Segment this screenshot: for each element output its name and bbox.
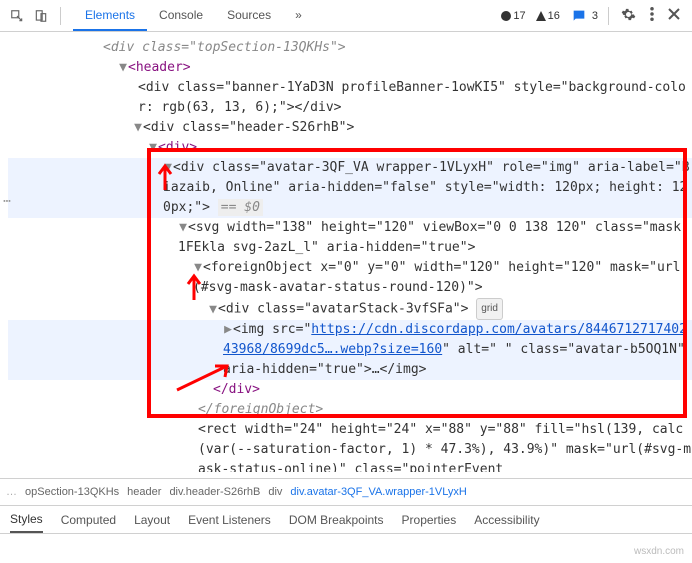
- pane-properties[interactable]: Properties: [402, 513, 457, 527]
- pane-dom-breakpoints[interactable]: DOM Breakpoints: [289, 513, 384, 527]
- tab-elements[interactable]: Elements: [73, 0, 147, 31]
- tree-row[interactable]: ▼<div class="header-S26rhB">: [8, 118, 692, 138]
- breadcrumb-item[interactable]: opSection-13QKHs: [25, 486, 119, 498]
- tab-sources[interactable]: Sources: [215, 0, 283, 31]
- breadcrumb-item-active[interactable]: div.avatar-3QF_VA.wrapper-1VLyxH: [290, 486, 466, 498]
- pane-accessibility[interactable]: Accessibility: [474, 513, 539, 527]
- tree-row[interactable]: ▼<foreignObject x="0" y="0" width="120" …: [8, 258, 692, 298]
- breadcrumb-trunc[interactable]: …: [6, 486, 17, 498]
- close-icon[interactable]: [666, 6, 682, 25]
- tree-row[interactable]: <div class="banner-1YaD3N profileBanner-…: [8, 78, 692, 118]
- warning-count: 16: [548, 10, 560, 22]
- panel-tabs: Elements Console Sources »: [73, 0, 501, 31]
- tree-row[interactable]: <rect width="24" height="24" x="88" y="8…: [8, 420, 692, 472]
- breadcrumb-item[interactable]: div: [268, 486, 282, 498]
- expand-arrow-icon[interactable]: ▼: [163, 158, 173, 178]
- settings-icon[interactable]: [619, 5, 638, 27]
- watermark: wsxdn.com: [634, 546, 684, 557]
- pane-computed[interactable]: Computed: [61, 513, 116, 527]
- tree-row[interactable]: ▼<div class="avatarStack-3vfSFa"> grid: [8, 298, 692, 320]
- collapse-arrow-icon[interactable]: ▶: [223, 320, 233, 340]
- sidebar-tabs: Styles Computed Layout Event Listeners D…: [0, 506, 692, 534]
- expand-arrow-icon[interactable]: ▼: [148, 138, 158, 158]
- breadcrumb-item[interactable]: header: [127, 486, 161, 498]
- selected-indicator: == $0: [218, 199, 263, 216]
- tab-more[interactable]: »: [283, 0, 314, 31]
- dom-tree[interactable]: ⋯ <div class="topSection-13QKHs"> ▼<head…: [0, 32, 692, 472]
- tree-row[interactable]: ▼<header>: [8, 58, 692, 78]
- expand-arrow-icon[interactable]: ▼: [208, 300, 218, 320]
- tree-row[interactable]: <div class="topSection-13QKHs">: [8, 38, 692, 58]
- device-toggle-icon[interactable]: [30, 5, 52, 27]
- tree-row[interactable]: ▶<img src="https://cdn.discordapp.com/av…: [8, 320, 692, 380]
- expand-arrow-icon[interactable]: ▼: [193, 258, 203, 278]
- warning-badge[interactable]: 16: [536, 10, 560, 22]
- inspect-icon[interactable]: [6, 5, 28, 27]
- pane-layout[interactable]: Layout: [134, 513, 170, 527]
- error-badge[interactable]: 17: [501, 10, 525, 22]
- divider: [60, 7, 61, 25]
- kebab-menu-icon[interactable]: [648, 5, 656, 26]
- issues-icon[interactable]: [570, 7, 588, 25]
- tree-row[interactable]: ▼<div>: [8, 138, 692, 158]
- tree-row[interactable]: ▼<svg width="138" height="120" viewBox="…: [8, 218, 692, 258]
- expand-arrow-icon[interactable]: ▼: [133, 118, 143, 138]
- issues-count: 3: [592, 10, 598, 22]
- expand-arrow-icon[interactable]: ▼: [178, 218, 188, 238]
- tree-row[interactable]: </foreignObject>: [8, 400, 692, 420]
- pane-event-listeners[interactable]: Event Listeners: [188, 513, 271, 527]
- divider: [608, 7, 609, 25]
- tab-console[interactable]: Console: [147, 0, 215, 31]
- expand-arrow-icon[interactable]: ▼: [118, 58, 128, 78]
- error-count: 17: [513, 10, 525, 22]
- pane-styles[interactable]: Styles: [10, 506, 43, 533]
- devtools-toolbar: Elements Console Sources » 17 16 3: [0, 0, 692, 32]
- tree-row[interactable]: </div>: [8, 380, 692, 400]
- gutter-dots: ⋯: [0, 192, 14, 212]
- tree-row-selected[interactable]: ▼<div class="avatar-3QF_VA wrapper-1VLyx…: [8, 158, 692, 218]
- breadcrumb[interactable]: … opSection-13QKHs header div.header-S26…: [0, 478, 692, 506]
- toolbar-right: 17 16 3: [501, 5, 686, 27]
- grid-badge[interactable]: grid: [476, 298, 503, 320]
- breadcrumb-item[interactable]: div.header-S26rhB: [169, 486, 260, 498]
